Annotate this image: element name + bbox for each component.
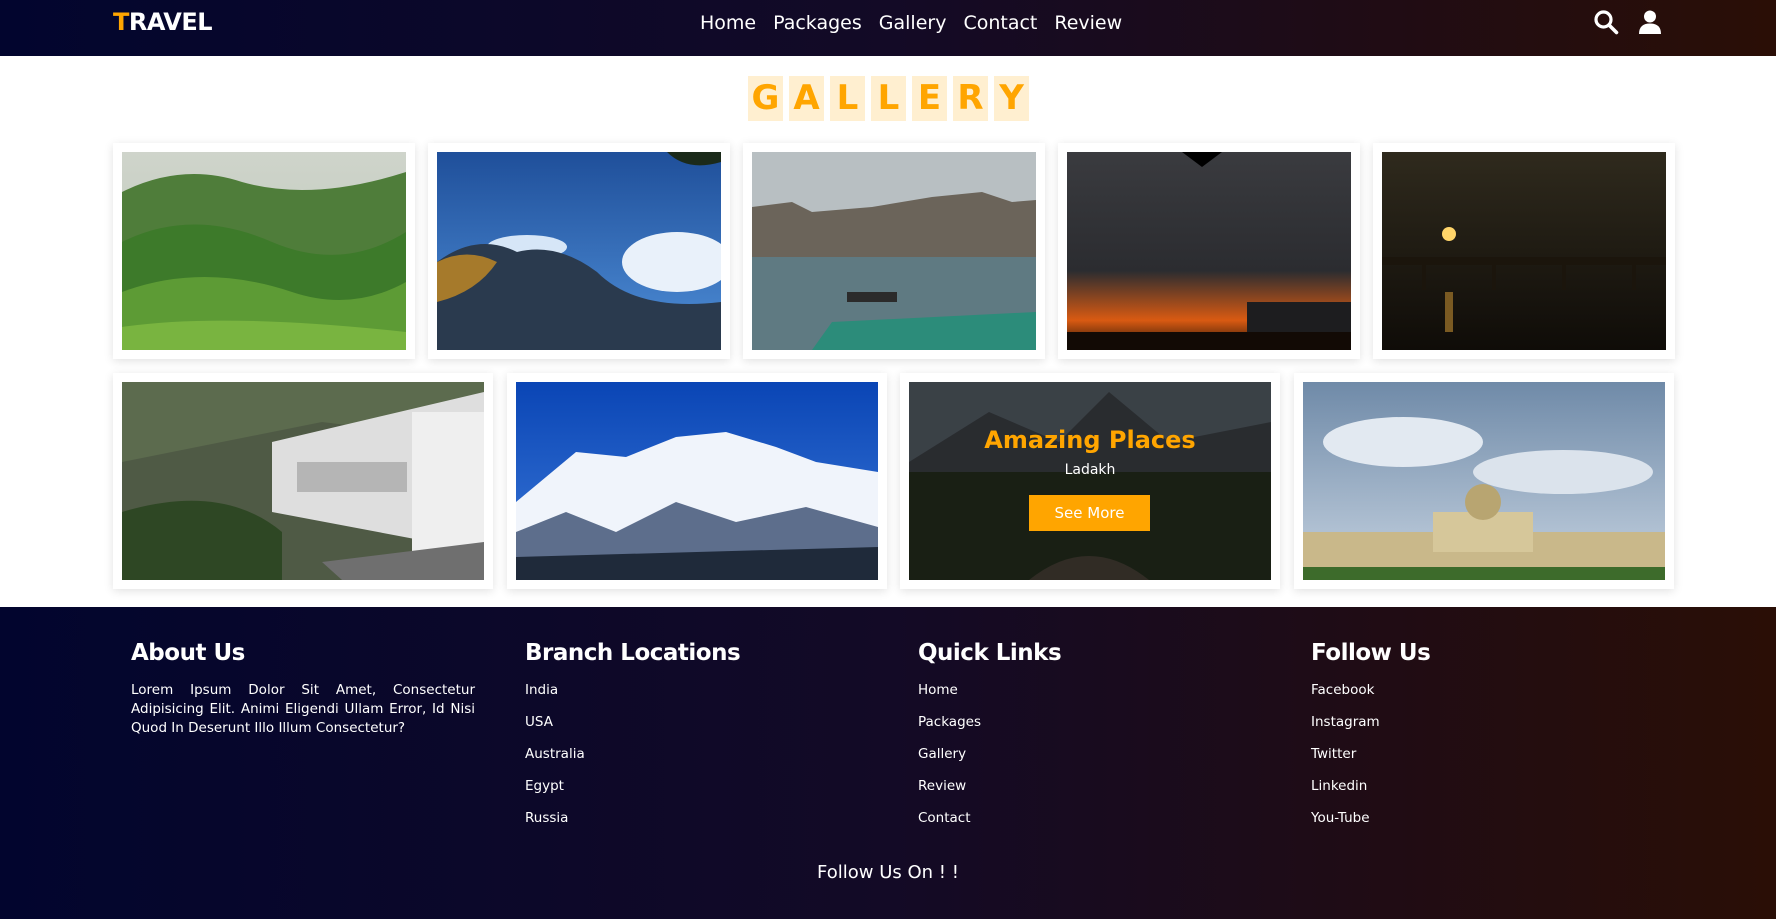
snow-mountains-image [516,382,878,580]
forest-valley-image: Amazing Places Ladakh See More [909,382,1271,580]
branch-link[interactable]: Egypt [525,777,740,809]
user-icon[interactable] [1637,9,1663,35]
footer-branches: Branch Locations India USA Australia Egy… [525,640,741,841]
branches-heading: Branch Locations [525,640,741,666]
river-boat-image [752,152,1036,350]
nav-link-packages[interactable]: Packages [773,10,862,36]
branch-link[interactable]: India [525,681,740,713]
gallery-card[interactable] [1058,143,1360,359]
footer-quick-links: Quick Links Home Packages Gallery Review… [918,640,1062,841]
quick-link[interactable]: Contact [918,809,1061,841]
gallery-card[interactable] [507,373,887,589]
navbar: TRAVEL Home Packages Gallery Contact Rev… [0,0,1776,56]
branch-link[interactable]: Australia [525,745,740,777]
branch-link[interactable]: Russia [525,809,740,841]
about-text: Lorem Ipsum Dolor Sit Amet, Consectetur … [131,682,475,736]
heading-letter: L [871,76,906,121]
social-link-facebook[interactable]: Facebook [1311,681,1430,713]
palace-building-image [1303,382,1665,580]
logo[interactable]: TRAVEL [113,8,213,36]
follow-heading: Follow Us [1311,640,1431,666]
heading-letter: Y [994,76,1029,121]
nav-link-review[interactable]: Review [1054,10,1122,36]
follow-us-on-text: Follow Us On ! ! [817,862,959,883]
green-hills-image [122,152,406,350]
gallery-heading: G A L L E R Y [748,76,1029,121]
gallery-card[interactable] [113,143,415,359]
sunset-clouds-image [1067,152,1351,350]
blue-sky-mountain-image [437,152,721,350]
nav-link-contact[interactable]: Contact [963,10,1037,36]
branch-link[interactable]: USA [525,713,740,745]
social-link-linkedin[interactable]: Linkedin [1311,777,1430,809]
about-heading: About Us [131,640,245,666]
quick-link[interactable]: Packages [918,713,1061,745]
gallery-card[interactable] [113,373,493,589]
quick-links-heading: Quick Links [918,640,1062,666]
footer-follow: Follow Us Facebook Instagram Twitter Lin… [1311,640,1431,841]
gallery-card[interactable] [1373,143,1675,359]
footer: About Us Lorem Ipsum Dolor Sit Amet, Con… [0,607,1776,919]
overlay-title: Amazing Places [984,426,1196,454]
heading-letter: R [953,76,988,121]
bridge-sunset-image [1382,152,1666,350]
social-link-youtube[interactable]: You-Tube [1311,809,1430,841]
heading-letter: A [789,76,824,121]
gallery-card-featured[interactable]: Amazing Places Ladakh See More [900,373,1280,589]
logo-first-letter: T [113,8,129,36]
nav-link-home[interactable]: Home [700,10,756,36]
hover-overlay: Amazing Places Ladakh See More [909,382,1271,580]
social-link-twitter[interactable]: Twitter [1311,745,1430,777]
overlay-subtitle: Ladakh [1064,462,1116,478]
heading-letter: L [830,76,865,121]
heading-letter: E [912,76,947,121]
social-link-instagram[interactable]: Instagram [1311,713,1430,745]
search-icon[interactable] [1593,9,1619,35]
nav-icons [1593,9,1663,35]
gallery-card[interactable] [428,143,730,359]
quick-link[interactable]: Review [918,777,1061,809]
footer-about: About Us Lorem Ipsum Dolor Sit Amet, Con… [131,640,475,738]
nav-links: Home Packages Gallery Contact Review [700,10,1122,36]
see-more-button[interactable]: See More [1029,495,1150,531]
hillside-buildings-image [122,382,484,580]
gallery-card[interactable] [1294,373,1674,589]
quick-link[interactable]: Gallery [918,745,1061,777]
heading-letter: G [748,76,783,121]
nav-link-gallery[interactable]: Gallery [879,10,947,36]
logo-rest: RAVEL [128,8,213,36]
quick-link[interactable]: Home [918,681,1061,713]
gallery-card[interactable] [743,143,1045,359]
